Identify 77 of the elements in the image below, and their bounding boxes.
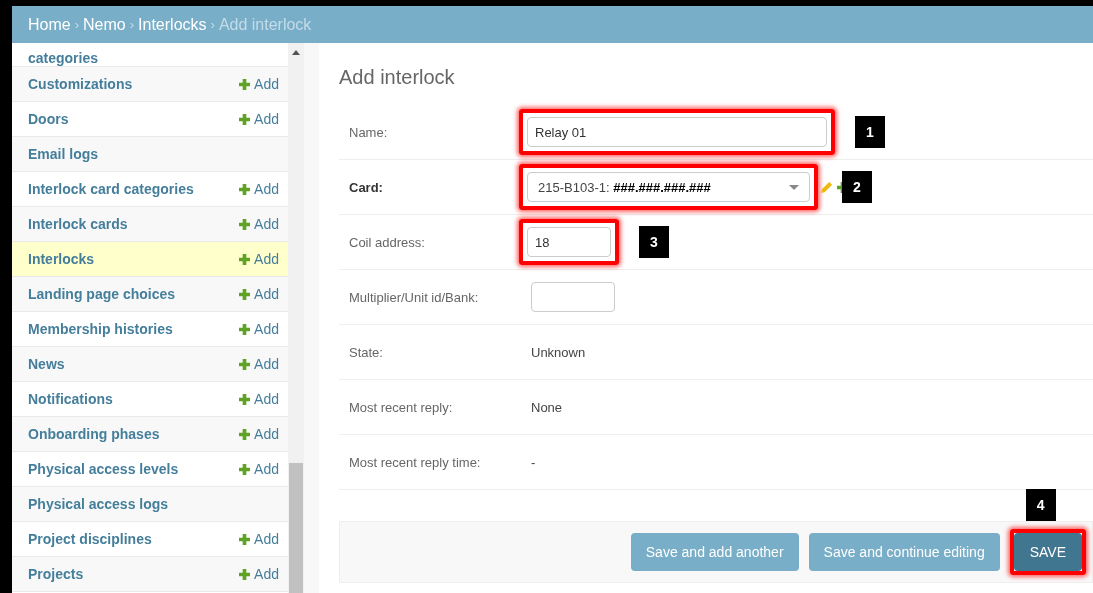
- page-title: Add interlock: [339, 66, 456, 89]
- model-link[interactable]: Onboarding phases: [28, 426, 160, 442]
- model-link[interactable]: categories: [28, 51, 99, 65]
- secondary-button[interactable]: Save and continue editing: [808, 533, 1000, 571]
- add-link[interactable]: Add: [239, 356, 279, 372]
- input-field[interactable]: [531, 282, 615, 312]
- model-link[interactable]: Physical access logs: [28, 496, 169, 512]
- add-link[interactable]: Add: [239, 181, 279, 197]
- field-value: Unknown: [531, 344, 586, 360]
- field-label: Coil address:: [348, 234, 426, 250]
- model-link[interactable]: Projects: [28, 566, 84, 582]
- add-link[interactable]: Add: [239, 286, 279, 302]
- save-button[interactable]: SAVE: [1013, 533, 1082, 571]
- separator-text: ›: [129, 17, 135, 32]
- plus-icon: [239, 393, 251, 405]
- select-value: 215-B103-1: ###.###.###.###: [538, 179, 711, 195]
- model-link[interactable]: Landing page choices: [28, 286, 176, 302]
- breadcrumb-current: Add interlock: [218, 15, 312, 34]
- model-link[interactable]: Interlock cards: [28, 216, 128, 232]
- separator-text: ›: [74, 17, 80, 32]
- breadcrumb-link[interactable]: Nemo: [83, 15, 126, 34]
- select-field[interactable]: 215-B103-1: ###.###.###.###: [527, 172, 810, 202]
- add-link[interactable]: Add: [239, 391, 279, 407]
- field-label: State:: [348, 344, 384, 360]
- breadcrumb-link[interactable]: Home: [28, 15, 71, 34]
- model-link[interactable]: Customizations: [28, 76, 133, 92]
- model-link[interactable]: News: [28, 356, 65, 372]
- add-link[interactable]: Add: [239, 321, 279, 337]
- field-label: Most recent reply:: [348, 399, 454, 415]
- plus-icon: [239, 533, 251, 545]
- add-link[interactable]: Add: [239, 566, 279, 582]
- callout-number: 1: [855, 116, 885, 148]
- plus-icon: [239, 218, 251, 230]
- add-link[interactable]: Add: [239, 111, 279, 127]
- plus-icon: [239, 78, 251, 90]
- field-value: -: [531, 454, 536, 470]
- plus-icon: [239, 253, 251, 265]
- plus-icon: [239, 323, 251, 335]
- model-link[interactable]: Notifications: [28, 391, 113, 407]
- model-link[interactable]: Doors: [28, 111, 69, 127]
- field-label: Name:: [348, 124, 389, 140]
- callout-number: 3: [639, 226, 669, 258]
- model-link[interactable]: Email logs: [28, 146, 99, 162]
- field-label: Card:: [348, 179, 384, 195]
- add-link[interactable]: Add: [239, 251, 279, 267]
- plus-icon: [239, 288, 251, 300]
- plus-icon: [239, 568, 251, 580]
- callout-number: 2: [842, 171, 872, 203]
- field-label: Most recent reply time:: [348, 454, 482, 470]
- callout-number: 4: [1025, 489, 1056, 521]
- add-link[interactable]: Add: [239, 461, 279, 477]
- pencil-icon: [820, 180, 833, 194]
- plus-icon: [239, 463, 251, 475]
- add-link[interactable]: Add: [239, 76, 279, 92]
- add-link[interactable]: Add: [239, 216, 279, 232]
- model-link[interactable]: Interlock card categories: [28, 181, 194, 197]
- scroll-up-icon[interactable]: [292, 50, 300, 55]
- plus-icon: [239, 428, 251, 440]
- input-field[interactable]: Relay 01: [527, 117, 827, 147]
- plus-icon: [239, 358, 251, 370]
- model-link[interactable]: Physical access levels: [28, 461, 179, 477]
- add-link[interactable]: Add: [239, 426, 279, 442]
- plus-icon: [239, 113, 251, 125]
- model-link[interactable]: Project disciplines: [28, 531, 152, 547]
- secondary-button[interactable]: Save and add another: [630, 533, 799, 571]
- model-link[interactable]: Membership histories: [28, 321, 173, 337]
- field-value: None: [531, 399, 563, 415]
- separator-text: ›: [210, 17, 215, 32]
- dropdown-caret-icon: [789, 184, 799, 190]
- input-field[interactable]: 18: [527, 227, 611, 257]
- scrollbar-thumb[interactable]: [289, 463, 303, 593]
- model-link[interactable]: Interlocks: [28, 251, 95, 267]
- add-link[interactable]: Add: [239, 531, 279, 547]
- plus-icon: [239, 183, 251, 195]
- field-label: Multiplier/Unit id/Bank:: [348, 289, 480, 305]
- breadcrumb-link[interactable]: Interlocks: [138, 15, 207, 34]
- scrollbar[interactable]: [288, 43, 304, 593]
